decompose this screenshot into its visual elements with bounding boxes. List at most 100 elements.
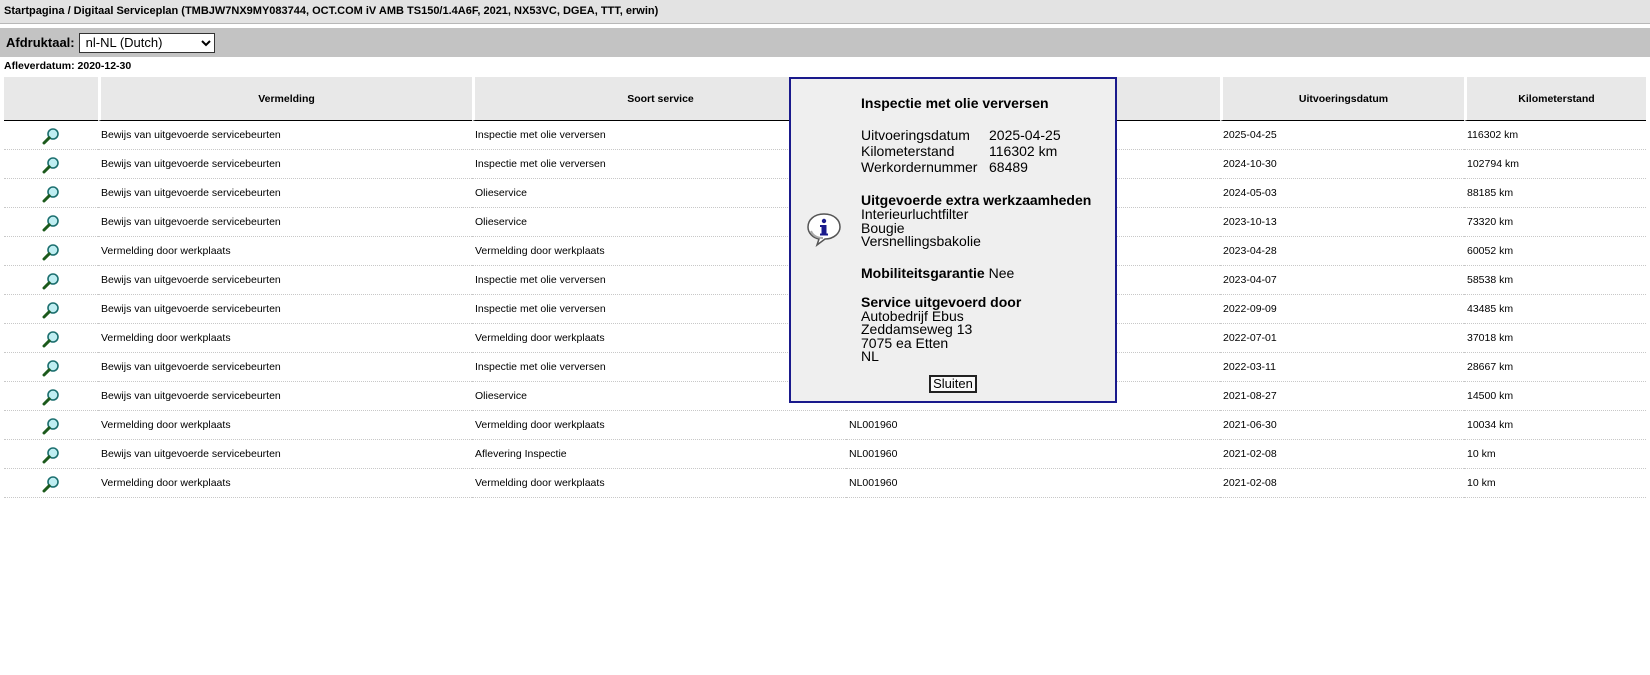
magnifier-icon[interactable] bbox=[42, 446, 60, 467]
breadcrumb: Startpagina / Digitaal Serviceplan (TMBJ… bbox=[0, 0, 1650, 24]
cell-vermelding: Bewijs van uitgevoerde servicebeurten bbox=[98, 440, 472, 469]
cell-kilometerstand: 58538 km bbox=[1464, 266, 1646, 295]
cell-vermelding: Bewijs van uitgevoerde servicebeurten bbox=[98, 295, 472, 324]
row-action-cell bbox=[4, 324, 98, 353]
mobility-label: Mobiliteitsgarantie bbox=[861, 264, 985, 281]
cell-uitvoeringsdatum: 2023-04-28 bbox=[1220, 237, 1464, 266]
cell-vermelding: Bewijs van uitgevoerde servicebeurten bbox=[98, 208, 472, 237]
table-row: Vermelding door werkplaats Vermelding doo… bbox=[4, 411, 1646, 440]
cell-uitvoeringsdatum: 2023-04-07 bbox=[1220, 266, 1464, 295]
magnifier-icon[interactable] bbox=[42, 417, 60, 438]
mobility-value: Nee bbox=[988, 264, 1015, 281]
detail-row-workorder: Werkordernummer 68489 bbox=[861, 159, 1111, 175]
cell-uitvoeringsdatum: 2022-07-01 bbox=[1220, 324, 1464, 353]
cell-vermelding: Bewijs van uitgevoerde servicebeurten bbox=[98, 150, 472, 179]
detail-label: Uitvoeringsdatum bbox=[861, 127, 970, 143]
row-action-cell bbox=[4, 382, 98, 411]
close-button[interactable]: Sluiten bbox=[929, 375, 977, 393]
row-action-cell bbox=[4, 353, 98, 382]
magnifier-icon[interactable] bbox=[42, 388, 60, 409]
print-language-bar: Afdruktaal: nl-NL (Dutch) bbox=[0, 28, 1650, 57]
cell-kilometerstand: 88185 km bbox=[1464, 179, 1646, 208]
service-by-line: 7075 ea Etten bbox=[861, 334, 949, 351]
detail-label: Kilometerstand bbox=[861, 143, 955, 159]
magnifier-icon[interactable] bbox=[42, 243, 60, 264]
row-action-cell bbox=[4, 411, 98, 440]
cell-kilometerstand: 14500 km bbox=[1464, 382, 1646, 411]
detail-row-km: Kilometerstand 116302 km bbox=[861, 143, 1111, 159]
cell-uitvoeringsdatum: 2023-10-13 bbox=[1220, 208, 1464, 237]
print-language-label: Afdruktaal: bbox=[6, 35, 75, 50]
row-action-cell bbox=[4, 121, 98, 150]
header-uitvoeringsdatum: Uitvoeringsdatum bbox=[1220, 77, 1464, 121]
cell-kilometerstand: 28667 km bbox=[1464, 353, 1646, 382]
magnifier-icon[interactable] bbox=[42, 185, 60, 206]
cell-vermelding: Bewijs van uitgevoerde servicebeurten bbox=[98, 266, 472, 295]
cell-vermelding: Bewijs van uitgevoerde servicebeurten bbox=[98, 121, 472, 150]
cell-kilometerstand: 10 km bbox=[1464, 440, 1646, 469]
cell-kilometerstand: 10034 km bbox=[1464, 411, 1646, 440]
row-action-cell bbox=[4, 440, 98, 469]
row-action-cell bbox=[4, 208, 98, 237]
cell-uitvoeringsdatum: 2024-05-03 bbox=[1220, 179, 1464, 208]
cell-soort-service: Vermelding door werkplaats bbox=[472, 469, 846, 498]
detail-value: 116302 km bbox=[989, 143, 1058, 159]
cell-uitvoeringsdatum: 2022-09-09 bbox=[1220, 295, 1464, 324]
header-vermelding: Vermelding bbox=[98, 77, 472, 121]
cell-vermelding: Vermelding door werkplaats bbox=[98, 324, 472, 353]
mobility-row: Mobiliteitsgarantie Nee bbox=[861, 265, 1111, 281]
magnifier-icon[interactable] bbox=[42, 214, 60, 235]
row-action-cell bbox=[4, 150, 98, 179]
cell-dealer: NL001960 bbox=[846, 411, 1220, 440]
row-action-cell bbox=[4, 179, 98, 208]
cell-kilometerstand: 37018 km bbox=[1464, 324, 1646, 353]
cell-kilometerstand: 60052 km bbox=[1464, 237, 1646, 266]
cell-uitvoeringsdatum: 2021-08-27 bbox=[1220, 382, 1464, 411]
magnifier-icon[interactable] bbox=[42, 475, 60, 496]
cell-dealer: NL001960 bbox=[846, 440, 1220, 469]
extra-work-item: Versnellingsbakolie bbox=[861, 233, 981, 249]
detail-value: 68489 bbox=[989, 159, 1028, 175]
header-icon-col bbox=[4, 77, 98, 121]
cell-kilometerstand: 10 km bbox=[1464, 469, 1646, 498]
cell-vermelding: Vermelding door werkplaats bbox=[98, 469, 472, 498]
cell-kilometerstand: 43485 km bbox=[1464, 295, 1646, 324]
cell-vermelding: Vermelding door werkplaats bbox=[98, 237, 472, 266]
magnifier-icon[interactable] bbox=[42, 156, 60, 177]
print-language-select[interactable]: nl-NL (Dutch) bbox=[78, 32, 215, 53]
magnifier-icon[interactable] bbox=[42, 272, 60, 293]
cell-soort-service: Vermelding door werkplaats bbox=[472, 411, 846, 440]
cell-uitvoeringsdatum: 2021-06-30 bbox=[1220, 411, 1464, 440]
table-row: Vermelding door werkplaats Vermelding doo… bbox=[4, 469, 1646, 498]
popup-body: Inspectie met olie verversen Uitvoerings… bbox=[861, 95, 1111, 364]
cell-vermelding: Vermelding door werkplaats bbox=[98, 411, 472, 440]
service-detail-popup: Inspectie met olie verversen Uitvoerings… bbox=[789, 77, 1117, 403]
cell-uitvoeringsdatum: 2021-02-08 bbox=[1220, 440, 1464, 469]
cell-vermelding: Bewijs van uitgevoerde servicebeurten bbox=[98, 179, 472, 208]
cell-kilometerstand: 102794 km bbox=[1464, 150, 1646, 179]
detail-row-date: Uitvoeringsdatum 2025-04-25 bbox=[861, 127, 1111, 143]
delivery-date: Afleverdatum: 2020-12-30 bbox=[4, 60, 132, 72]
detail-label: Werkordernummer bbox=[861, 159, 978, 175]
row-action-cell bbox=[4, 295, 98, 324]
info-speech-bubble-icon bbox=[807, 213, 841, 247]
row-action-cell bbox=[4, 237, 98, 266]
header-kilometerstand: Kilometerstand bbox=[1464, 77, 1646, 121]
cell-uitvoeringsdatum: 2025-04-25 bbox=[1220, 121, 1464, 150]
detail-value: 2025-04-25 bbox=[989, 127, 1061, 143]
popup-title: Inspectie met olie verversen bbox=[861, 95, 1049, 111]
cell-kilometerstand: 73320 km bbox=[1464, 208, 1646, 237]
magnifier-icon[interactable] bbox=[42, 301, 60, 322]
row-action-cell bbox=[4, 266, 98, 295]
table-row: Bewijs van uitgevoerde servicebeurten Afl… bbox=[4, 440, 1646, 469]
magnifier-icon[interactable] bbox=[42, 330, 60, 351]
magnifier-icon[interactable] bbox=[42, 359, 60, 380]
cell-soort-service: Aflevering Inspectie bbox=[472, 440, 846, 469]
cell-uitvoeringsdatum: 2024-10-30 bbox=[1220, 150, 1464, 179]
service-by-line: NL bbox=[861, 348, 879, 364]
row-action-cell bbox=[4, 469, 98, 498]
magnifier-icon[interactable] bbox=[42, 127, 60, 148]
cell-kilometerstand: 116302 km bbox=[1464, 121, 1646, 150]
cell-uitvoeringsdatum: 2022-03-11 bbox=[1220, 353, 1464, 382]
cell-dealer: NL001960 bbox=[846, 469, 1220, 498]
